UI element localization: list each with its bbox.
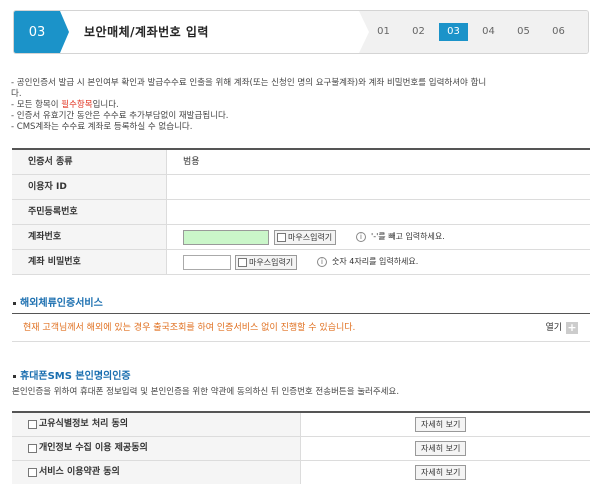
- resident-no-label: 주민등록번호: [12, 200, 167, 224]
- bullet-icon: [13, 301, 16, 305]
- agreement-row: 고유식별정보 처리 동의 자세히 보기: [12, 413, 590, 437]
- info-icon: i: [317, 257, 327, 267]
- step-badge-arrow: [60, 11, 69, 53]
- checkbox-icon: [277, 233, 286, 242]
- agreement-label: 고유식별정보 처리 동의: [39, 419, 129, 429]
- user-id-value: [167, 175, 590, 199]
- view-details-button[interactable]: 자세히 보기: [415, 465, 467, 480]
- cert-type-label: 인증서 종류: [12, 150, 167, 174]
- account-label: 계좌번호: [12, 225, 167, 249]
- required-highlight: 필수항목: [61, 100, 93, 110]
- agreement-label: 서비스 이용약관 동의: [39, 467, 120, 477]
- password-hint: 숫자 4자리를 입력하세요.: [332, 257, 419, 266]
- row-password: 계좌 비밀번호 마우스입력기 i 숫자 4자리를 입력하세요.: [12, 250, 590, 275]
- notice-line-2: - 모든 항목이 필수항목입니다.: [11, 100, 119, 110]
- step-01: 01: [377, 26, 390, 37]
- overseas-message: 현재 고객님께서 해외에 있는 경우 출국조회를 하여 인증서비스 없이 진행할…: [23, 323, 356, 333]
- account-form-table: 인증서 종류 범용 이용자 ID 주민등록번호 계좌번호 마우스입력기 i '-…: [12, 148, 590, 275]
- agreement-label: 개인정보 수집 이용 제공동의: [39, 443, 148, 453]
- step-header: 03 보안매체/계좌번호 입력 01 02 03 04 05 06: [13, 10, 589, 54]
- info-icon: i: [356, 232, 366, 242]
- agree-terms-checkbox[interactable]: [28, 468, 37, 477]
- user-id-label: 이용자 ID: [12, 175, 167, 199]
- bullet-icon: [13, 374, 16, 378]
- agree-personal-info-checkbox[interactable]: [28, 444, 37, 453]
- password-label: 계좌 비밀번호: [12, 250, 167, 274]
- step-05: 05: [517, 26, 530, 37]
- notice-line-1-cont: 다.: [11, 89, 22, 99]
- view-details-button[interactable]: 자세히 보기: [415, 417, 467, 432]
- sms-description: 본인인증을 위하여 휴대폰 정보입력 및 본인인증을 위한 약관에 동의하신 뒤…: [12, 387, 400, 397]
- notice-list: - 공인인증서 발급 시 본인여부 확인과 발급수수료 인출을 위해 계좌(또는…: [11, 78, 591, 133]
- notice-line-3: - 인증서 유효기간 동안은 수수료 추가부담없이 재발급됩니다.: [11, 111, 229, 121]
- page-title: 보안매체/계좌번호 입력: [84, 25, 209, 39]
- open-toggle-label[interactable]: 열기: [545, 314, 562, 342]
- step-number-badge: 03: [14, 11, 60, 53]
- account-hint: '-'를 빼고 입력하세요.: [371, 232, 445, 241]
- step-indicator-arrow: [359, 11, 369, 53]
- notice-line-4: - CMS계좌는 수수료 계좌로 등록하실 수 없습니다.: [11, 122, 193, 132]
- row-cert-type: 인증서 종류 범용: [12, 150, 590, 175]
- account-number-input[interactable]: [183, 230, 269, 245]
- step-06: 06: [552, 26, 565, 37]
- row-account: 계좌번호 마우스입력기 i '-'를 빼고 입력하세요.: [12, 225, 590, 250]
- view-details-button[interactable]: 자세히 보기: [415, 441, 467, 456]
- row-user-id: 이용자 ID: [12, 175, 590, 200]
- plus-icon[interactable]: +: [566, 322, 578, 334]
- step-03-active: 03: [439, 23, 468, 41]
- overseas-panel: 현재 고객님께서 해외에 있는 경우 출국조회를 하여 인증서비스 없이 진행할…: [12, 313, 590, 342]
- agreement-row: 서비스 이용약관 동의 자세히 보기: [12, 461, 590, 484]
- account-mouse-keypad-button[interactable]: 마우스입력기: [274, 230, 337, 245]
- resident-no-value: [167, 200, 590, 224]
- step-02: 02: [412, 26, 425, 37]
- row-resident-no: 주민등록번호: [12, 200, 590, 225]
- agreement-row: 개인정보 수집 이용 제공동의 자세히 보기: [12, 437, 590, 461]
- sms-section-title: 휴대폰SMS 본인명의인증: [13, 367, 131, 382]
- notice-line-1: - 공인인증서 발급 시 본인여부 확인과 발급수수료 인출을 위해 계좌(또는…: [11, 78, 487, 88]
- step-04: 04: [482, 26, 495, 37]
- agreement-table: 고유식별정보 처리 동의 자세히 보기 개인정보 수집 이용 제공동의 자세히 …: [12, 411, 590, 484]
- password-mouse-keypad-button[interactable]: 마우스입력기: [235, 255, 298, 270]
- account-password-input[interactable]: [183, 255, 231, 270]
- checkbox-icon: [238, 258, 247, 267]
- cert-type-value: 범용: [183, 157, 200, 167]
- overseas-section-title: 해외체류인증서비스: [13, 294, 103, 309]
- agree-unique-id-checkbox[interactable]: [28, 420, 37, 429]
